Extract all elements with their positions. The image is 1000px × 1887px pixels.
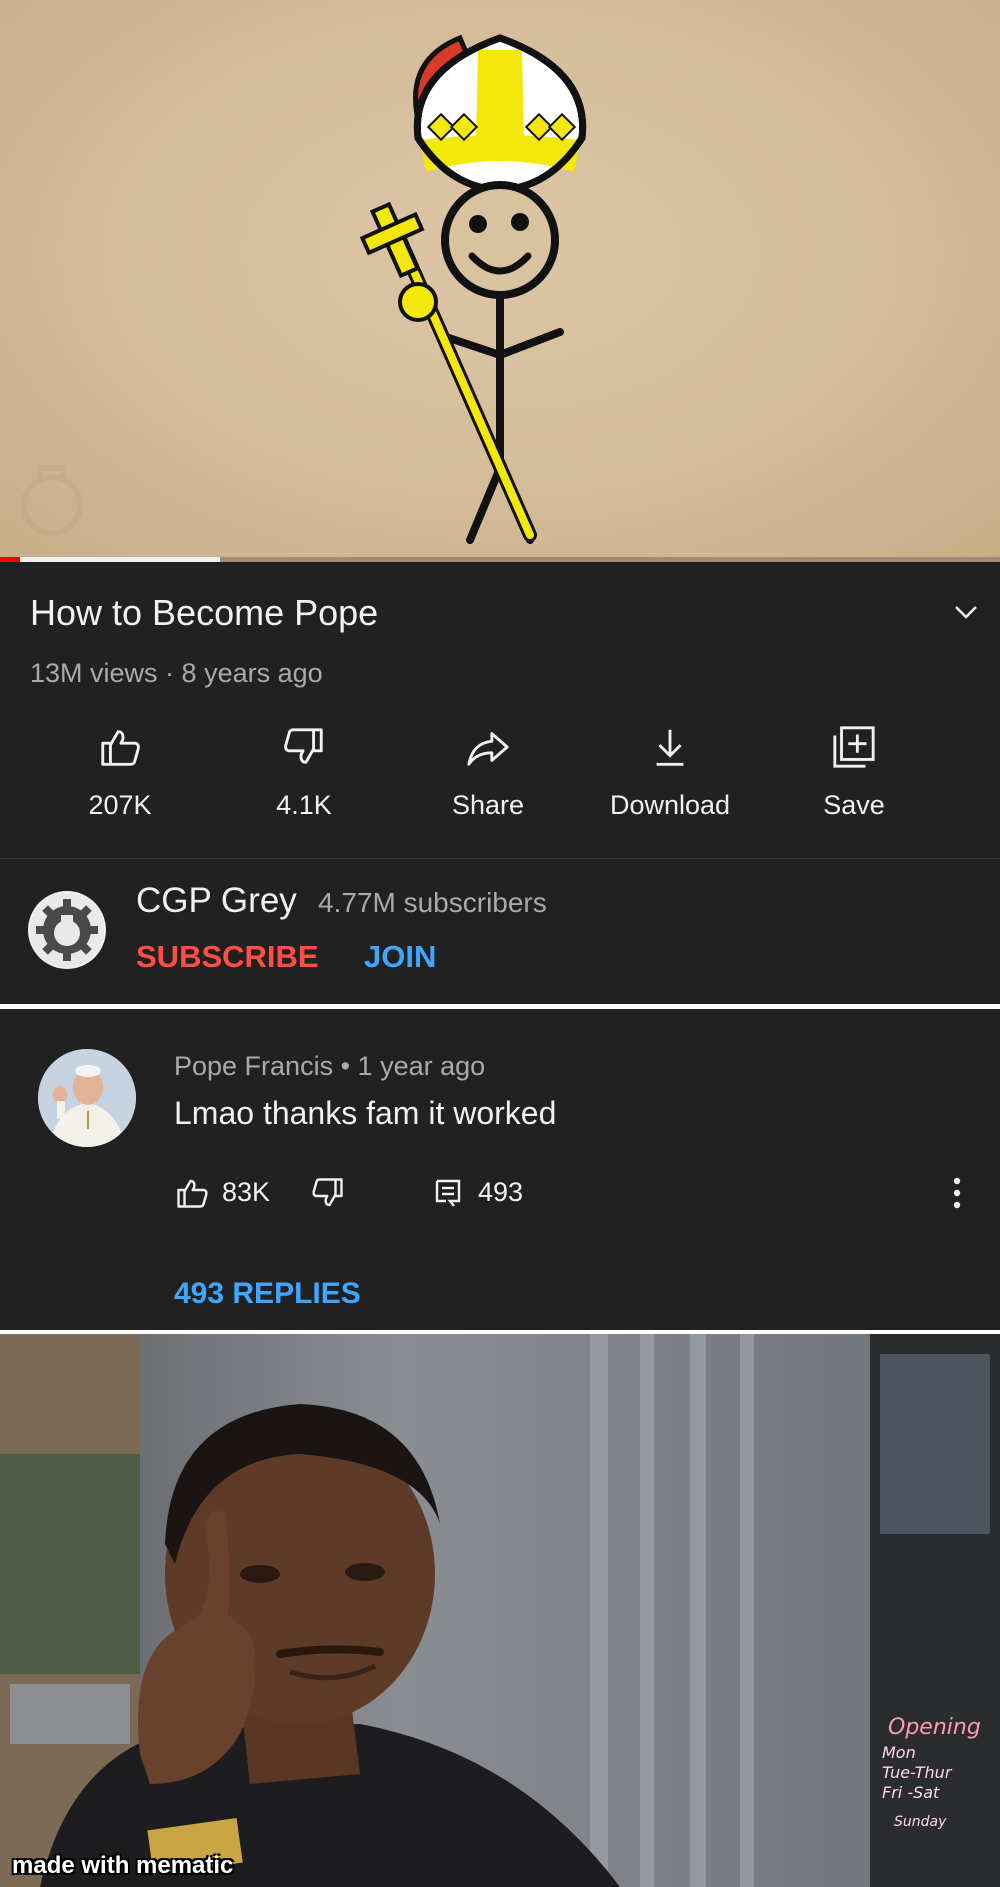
save-icon (833, 726, 875, 768)
comment-dislike-button[interactable] (310, 1175, 346, 1211)
meta-dot: · (157, 658, 182, 688)
channel-watermark-icon (21, 465, 83, 536)
sign-fri-sat: Fri -Sat (882, 1783, 940, 1802)
view-replies-button[interactable]: 493 REPLIES (174, 1277, 361, 1311)
channel-row: CGP Grey 4.77M subscribers SUBSCRIBE JOI… (0, 858, 1000, 1004)
save-label: Save (823, 790, 885, 820)
like-button[interactable]: 207K (28, 724, 212, 821)
action-bar: 207K 4.1K Share Download Save (0, 724, 1000, 834)
channel-avatar[interactable] (28, 891, 106, 969)
comment-like-button[interactable] (174, 1175, 210, 1211)
save-button[interactable]: Save (762, 724, 946, 821)
thumbs-down-icon (284, 728, 323, 764)
dislike-button[interactable]: 4.1K (212, 724, 396, 821)
roll-safe-photo: Opening Mon Tue-Thur Fri -Sat Sunday (0, 1334, 1000, 1887)
video-info-panel: How to Become Pope 13M views · 8 years a… (0, 562, 1000, 858)
reply-count: 493 (478, 1177, 524, 1207)
comment-like-count: 83K (222, 1177, 271, 1207)
video-age: 8 years ago (181, 658, 323, 688)
share-icon (467, 732, 509, 766)
like-count: 207K (88, 790, 152, 820)
share-label: Share (451, 790, 525, 820)
cgp-grey-logo-icon (30, 893, 104, 967)
dislike-count: 4.1K (276, 790, 332, 820)
comment-item: Pope Francis • 1 year ago Lmao thanks fa… (0, 1009, 1000, 1330)
join-button[interactable]: JOIN (364, 939, 436, 975)
comment-time: 1 year ago (357, 1051, 486, 1081)
reply-icon[interactable] (432, 1177, 464, 1209)
meme-photo: Opening Mon Tue-Thur Fri -Sat Sunday mad… (0, 1334, 1000, 1887)
subscriber-count: 4.77M subscribers (318, 887, 547, 918)
video-thumbnail-pope-stickman (21, 34, 587, 544)
commenter-avatar[interactable] (38, 1049, 136, 1147)
pope-francis-photo (38, 1049, 136, 1147)
chevron-down-icon[interactable] (950, 600, 982, 624)
download-button[interactable]: Download (578, 724, 762, 821)
mematic-watermark: made with mematic (12, 1852, 234, 1879)
sign-mon: Mon (882, 1743, 916, 1762)
comment-author[interactable]: Pope Francis (174, 1051, 333, 1081)
channel-name[interactable]: CGP Grey (136, 881, 297, 921)
more-options-icon[interactable] (942, 1173, 972, 1213)
video-title: How to Become Pope (30, 592, 379, 633)
download-icon (656, 729, 684, 766)
sign-tue-thur: Tue-Thur (882, 1763, 953, 1782)
sign-sunday: Sunday (894, 1814, 947, 1830)
download-label: Download (609, 790, 731, 820)
comment-header: Pope Francis • 1 year ago (174, 1051, 485, 1082)
view-count: 13M views (30, 658, 158, 688)
share-button[interactable]: Share (396, 724, 580, 821)
subscribe-button[interactable]: SUBSCRIBE (136, 939, 319, 975)
sign-opening: Opening (888, 1715, 981, 1740)
thumbs-up-icon (101, 730, 140, 766)
comment-text: Lmao thanks fam it worked (174, 1095, 557, 1131)
meta-dot: • (333, 1051, 358, 1081)
video-player[interactable] (0, 0, 1000, 562)
video-meta: 13M views · 8 years ago (30, 658, 323, 689)
